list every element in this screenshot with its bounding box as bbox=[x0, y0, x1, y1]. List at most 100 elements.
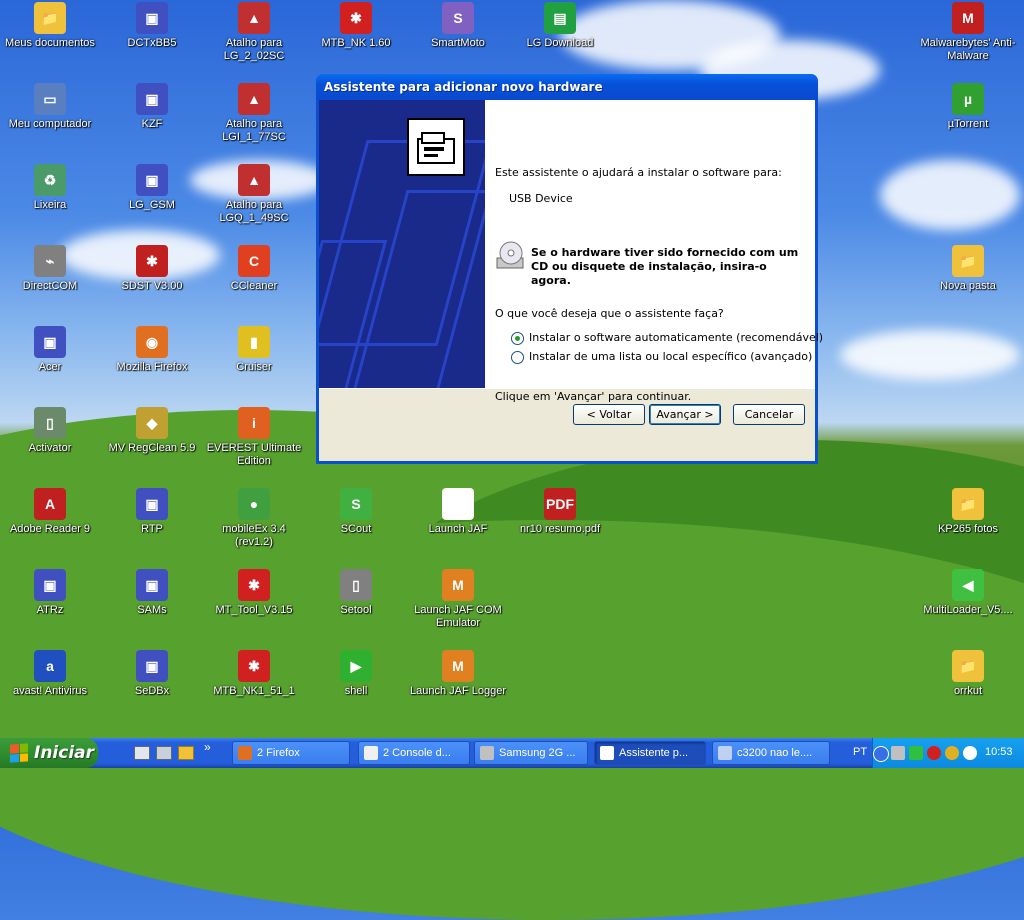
desktop-icon[interactable]: ▣ DCTxBB5 bbox=[102, 2, 202, 50]
desktop-icon[interactable]: ▶ shell bbox=[306, 650, 406, 698]
taskbar-button-label: Assistente p... bbox=[619, 747, 689, 759]
desktop-icon[interactable]: ▭ Meu computador bbox=[0, 83, 100, 131]
taskbar-button[interactable]: 2 Firefox bbox=[232, 741, 350, 765]
taskbar-app-icon bbox=[600, 746, 614, 760]
desktop-shortcut-icon: ▶ bbox=[340, 650, 372, 682]
next-button[interactable]: Avançar > bbox=[649, 404, 721, 425]
desktop-icon[interactable]: ▯ Activator bbox=[0, 407, 100, 455]
wizard-title-bar[interactable]: Assistente para adicionar novo hardware bbox=[316, 74, 818, 100]
desktop-shortcut-icon: M bbox=[442, 650, 474, 682]
desktop-icon[interactable]: 📁 KP265 fotos bbox=[918, 488, 1018, 536]
desktop-icon[interactable]: ◉ Mozilla Firefox bbox=[102, 326, 202, 374]
desktop-icon-label: Atalho para LGQ_1_49SC bbox=[219, 199, 289, 224]
desktop-icon[interactable]: 📁 Nova pasta bbox=[918, 245, 1018, 293]
desktop-icon[interactable]: ✱ MTB_NK1_51_1 bbox=[204, 650, 304, 698]
desktop-icon-label: CCleaner bbox=[230, 280, 278, 292]
desktop-icon[interactable]: ▣ KZF bbox=[102, 83, 202, 131]
desktop-icon-label: Launch JAF bbox=[428, 523, 488, 535]
desktop-icon[interactable]: ▤ LG Download bbox=[510, 2, 610, 50]
taskbar-button[interactable]: Samsung 2G ... bbox=[474, 741, 588, 765]
desktop-icon[interactable]: ✱ MT_Tool_V3.15 bbox=[204, 569, 304, 617]
desktop-icon[interactable]: a avast! Antivirus bbox=[0, 650, 100, 698]
desktop-icon[interactable]: ▣ Acer bbox=[0, 326, 100, 374]
start-button[interactable]: Iniciar bbox=[0, 738, 98, 768]
desktop-shortcut-icon: ▭ bbox=[34, 83, 66, 115]
antivirus-shield-icon[interactable] bbox=[927, 746, 941, 760]
desktop-icon[interactable]: ♻ Lixeira bbox=[0, 164, 100, 212]
hardware-icon bbox=[407, 118, 465, 176]
desktop-icon-label: DirectCOM bbox=[22, 280, 78, 292]
desktop-icon[interactable]: ▯ Setool bbox=[306, 569, 406, 617]
desktop-icon[interactable]: C CCleaner bbox=[204, 245, 304, 293]
back-button[interactable]: < Voltar bbox=[573, 404, 645, 425]
desktop-icon[interactable]: i EVEREST Ultimate Edition bbox=[204, 407, 304, 468]
desktop-shortcut-icon: PDF bbox=[544, 488, 576, 520]
desktop-shortcut-icon: ● bbox=[238, 488, 270, 520]
desktop-icon-label: MTB_NK 1.60 bbox=[321, 37, 391, 49]
desktop-icon[interactable]: µ µTorrent bbox=[918, 83, 1018, 131]
taskbar-app-icon bbox=[238, 746, 252, 760]
avast-icon[interactable] bbox=[963, 746, 977, 760]
option-manual-install[interactable]: Instalar de uma lista ou local específic… bbox=[511, 350, 812, 364]
option-auto-install-label: Instalar o software automaticamente (rec… bbox=[529, 331, 824, 344]
device-name: USB Device bbox=[509, 192, 573, 205]
desktop-icon[interactable]: 📁 Meus documentos bbox=[0, 2, 100, 50]
radio-manual-install[interactable] bbox=[511, 350, 524, 364]
desktop-icon-label: nr10 resumo.pdf bbox=[519, 523, 601, 535]
desktop-icon[interactable]: ▲ Atalho para LG_2_02SC bbox=[204, 2, 304, 63]
quick-launch-chevron[interactable]: » bbox=[204, 740, 211, 754]
desktop-icon-label: Malwarebytes' Anti-Malware bbox=[920, 37, 1016, 62]
clock[interactable]: 10:53 bbox=[985, 746, 1013, 758]
desktop-icon[interactable]: M Launch JAF COM Emulator bbox=[408, 569, 508, 630]
cancel-button[interactable]: Cancelar bbox=[733, 404, 805, 425]
desktop-icon-label: Nova pasta bbox=[940, 280, 996, 292]
desktop-icon[interactable]: ▲ Atalho para LGI_1_77SC bbox=[204, 83, 304, 144]
desktop-icon[interactable]: ▮ Cruiser bbox=[204, 326, 304, 374]
add-hardware-wizard-window[interactable]: Assistente para adicionar novo hardware … bbox=[316, 74, 823, 464]
show-desktop-icon[interactable] bbox=[134, 746, 150, 760]
desktop-icon[interactable]: ◆ MV RegClean 5.9 bbox=[102, 407, 202, 455]
desktop-shortcut-icon: ▣ bbox=[136, 488, 168, 520]
desktop-icon-label: EVEREST Ultimate Edition bbox=[206, 442, 302, 467]
desktop-icon[interactable]: M Launch JAF Logger bbox=[408, 650, 508, 698]
desktop-icon[interactable]: ▣ RTP bbox=[102, 488, 202, 536]
desktop-icon[interactable]: ▣ ATRz bbox=[0, 569, 100, 617]
taskbar-button[interactable]: c3200 nao le.... bbox=[712, 741, 830, 765]
desktop-icon[interactable]: ▲ Atalho para LGQ_1_49SC bbox=[204, 164, 304, 225]
desktop-icon[interactable]: ▣ SAMs bbox=[102, 569, 202, 617]
option-auto-install[interactable]: Instalar o software automaticamente (rec… bbox=[511, 331, 823, 345]
desktop-icon[interactable]: ▣ LG_GSM bbox=[102, 164, 202, 212]
desktop-icon[interactable]: ✱ SDST V3.00 bbox=[102, 245, 202, 293]
desktop-icon[interactable]: S SCout bbox=[306, 488, 406, 536]
wizard-question: O que você deseja que o assistente faça? bbox=[495, 307, 724, 320]
desktop-icon[interactable]: ● mobileEx 3.4 (rev1.2) bbox=[204, 488, 304, 549]
desktop-icon[interactable]: J Launch JAF bbox=[408, 488, 508, 536]
desktop-icon[interactable]: S SmartMoto bbox=[408, 2, 508, 50]
language-indicator[interactable]: PT bbox=[853, 746, 867, 758]
taskbar-button[interactable]: 2 Console d... bbox=[358, 741, 470, 765]
expand-tray-icon[interactable] bbox=[873, 746, 889, 762]
desktop-shortcut-icon: ⌁ bbox=[34, 245, 66, 277]
folder-icon[interactable] bbox=[178, 746, 194, 760]
desktop-icon-label: SDST V3.00 bbox=[121, 280, 183, 292]
desktop-icon[interactable]: 📁 orrkut bbox=[918, 650, 1018, 698]
desktop-icon[interactable]: ◀ MultiLoader_V5.... bbox=[918, 569, 1018, 617]
security-shield-icon[interactable] bbox=[945, 746, 959, 760]
desktop-shortcut-icon: ◆ bbox=[136, 407, 168, 439]
desktop-icon[interactable]: PDF nr10 resumo.pdf bbox=[510, 488, 610, 536]
system-tray: PT 10:53 bbox=[853, 738, 1024, 768]
desktop-icon[interactable]: ⌁ DirectCOM bbox=[0, 245, 100, 293]
taskbar: Iniciar » 2 Firefox 2 Console d... Samsung… bbox=[0, 738, 1024, 768]
desktop-shortcut-icon: M bbox=[442, 569, 474, 601]
desktop-icon-label: LG Download bbox=[526, 37, 594, 49]
taskbar-button[interactable]: Assistente p... bbox=[594, 741, 706, 765]
start-label: Iniciar bbox=[34, 743, 95, 763]
network-tool-icon[interactable] bbox=[891, 746, 905, 760]
desktop-icon[interactable]: ✱ MTB_NK 1.60 bbox=[306, 2, 406, 50]
desktop-icon[interactable]: A Adobe Reader 9 bbox=[0, 488, 100, 536]
radio-auto-install[interactable] bbox=[511, 331, 524, 345]
quick-launch-app-icon[interactable] bbox=[156, 746, 172, 760]
play-icon[interactable] bbox=[909, 746, 923, 760]
desktop-icon[interactable]: ▣ SeDBx bbox=[102, 650, 202, 698]
desktop-icon[interactable]: M Malwarebytes' Anti-Malware bbox=[918, 2, 1018, 63]
